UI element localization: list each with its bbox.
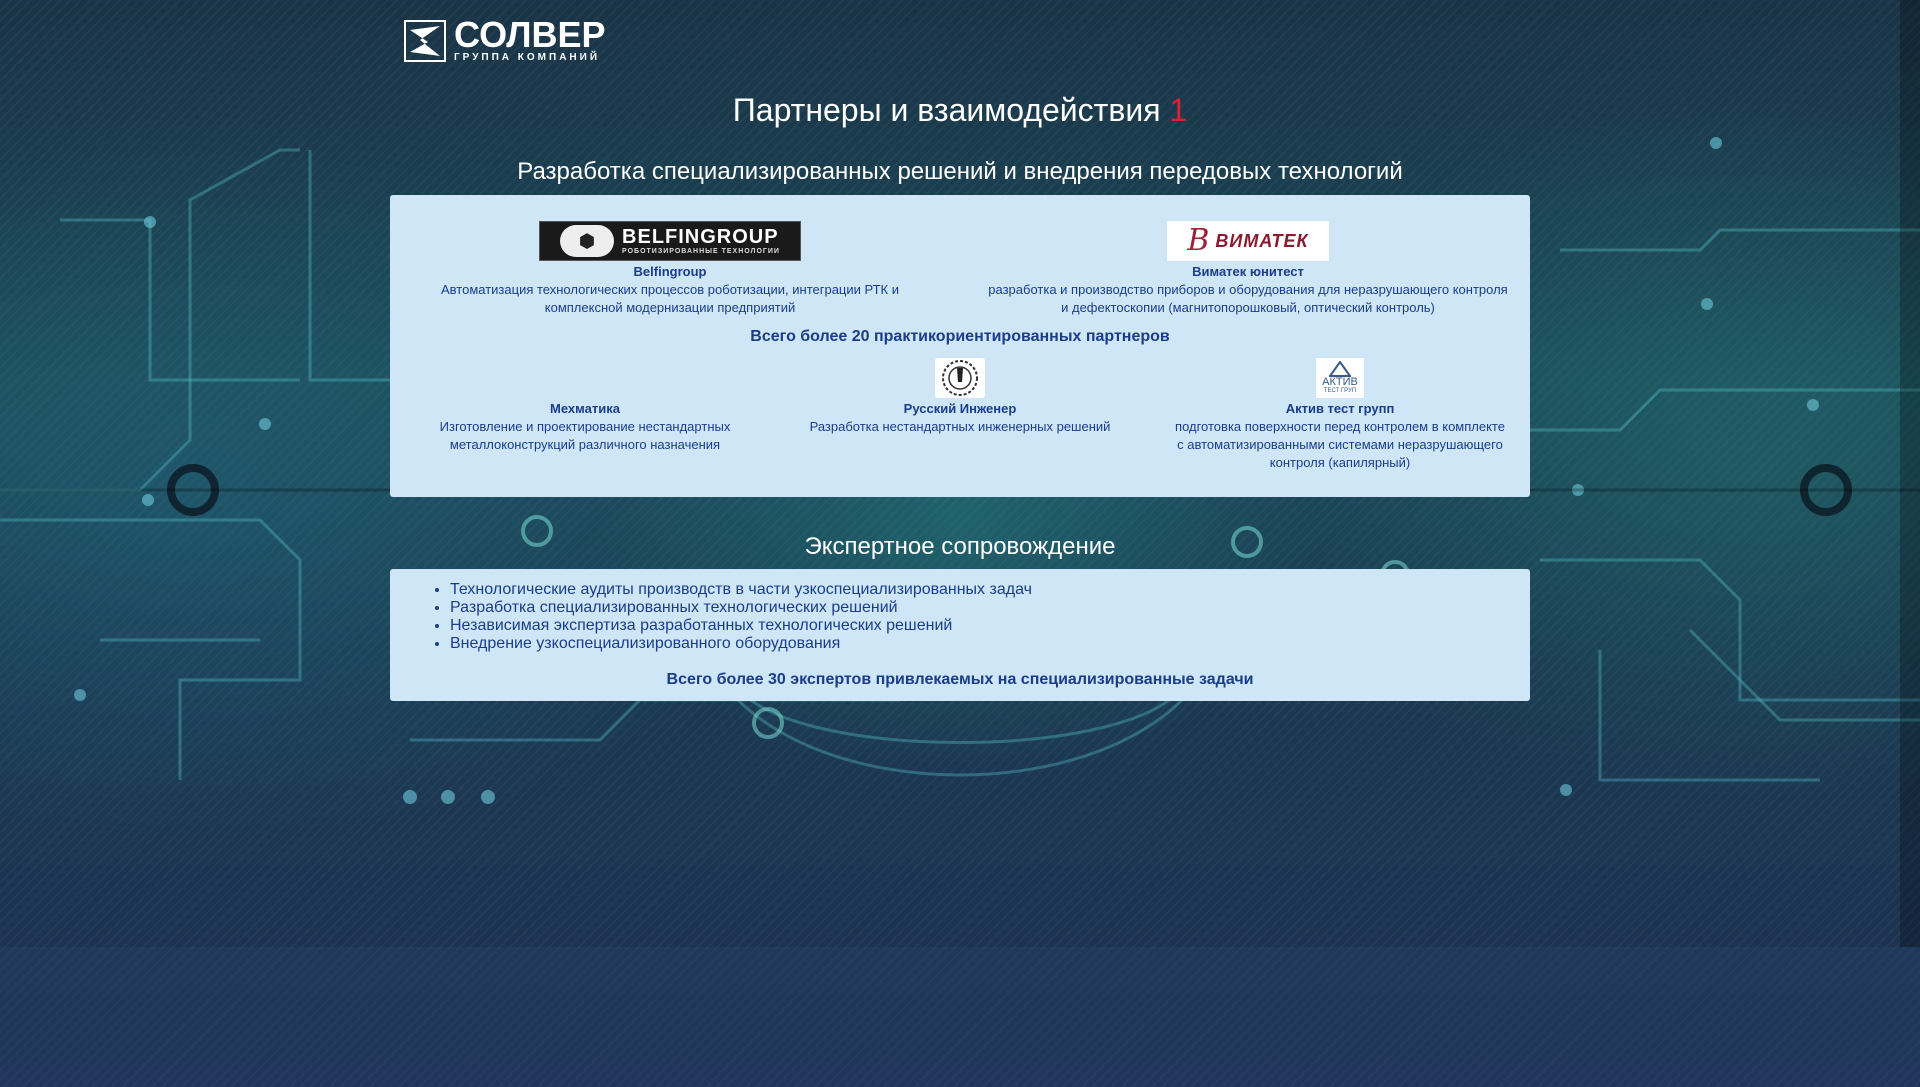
- list-item: Разработка специализированных технологич…: [450, 599, 1032, 617]
- partners-total: Всего более 20 практикориентированных па…: [750, 328, 1170, 345]
- partner-name: Мехматика: [550, 401, 620, 416]
- page-title-text: Партнеры и взаимодействия: [732, 92, 1161, 128]
- partner-card: Мехматика Изготовление и проектирование …: [430, 400, 740, 454]
- partner-name: Актив тест групп: [1285, 401, 1395, 416]
- partner-name: Виматек юнитест: [1192, 264, 1304, 279]
- footer-band: [0, 947, 1920, 1087]
- aktiv-logo-subtext: ТЕСТ ГРУП: [1323, 388, 1357, 394]
- page-title: Партнеры и взаимодействия 1: [0, 92, 1920, 129]
- partner-card: АКТИВ ТЕСТ ГРУП Актив тест групп подгото…: [1170, 358, 1510, 472]
- list-item: Внедрение узкоспециализированного оборуд…: [450, 635, 1032, 653]
- partner-description: подготовка поверхности перед контролем в…: [1175, 419, 1505, 470]
- solver-logo-icon: [404, 20, 446, 62]
- belfingroup-logo-text: BELFINGROUP РОБОТИЗИРОВАННЫЕ ТЕХНОЛОГИИ: [622, 225, 780, 255]
- aktiv-test-logo-icon: АКТИВ ТЕСТ ГРУП: [1316, 358, 1364, 398]
- partner-description: Изготовление и проектирование нестандарт…: [439, 419, 731, 452]
- list-item: Независимая экспертиза разработанных тех…: [450, 617, 1032, 635]
- logo-text: СОЛВЕР ГРУППА КОМПАНИЙ: [454, 14, 606, 64]
- partners-section-title: Разработка специализированных решений и …: [517, 158, 1403, 185]
- partner-card: Русский Инженер Разработка нестандартных…: [805, 358, 1115, 436]
- list-item: Технологические аудиты производств в час…: [450, 581, 1032, 599]
- belfingroup-logo-icon: ⬢ BELFINGROUP РОБОТИЗИРОВАННЫЕ ТЕХНОЛОГИ…: [539, 221, 801, 261]
- expert-list: Технологические аудиты производств в час…: [428, 581, 1032, 653]
- partners-panel: ⬢ BELFINGROUP РОБОТИЗИРОВАННЫЕ ТЕХНОЛОГИ…: [390, 195, 1530, 497]
- partner-card: ⬢ BELFINGROUP РОБОТИЗИРОВАННЫЕ ТЕХНОЛОГИ…: [440, 221, 900, 317]
- vimatek-logo-icon: В ВИМАТЕК: [1167, 221, 1329, 261]
- partner-description: Автоматизация технологических процессов …: [441, 282, 899, 315]
- triangle-mark-icon: [1329, 361, 1351, 377]
- partner-name: Русский Инженер: [903, 401, 1017, 416]
- partner-description: Разработка нестандартных инженерных реше…: [809, 419, 1111, 434]
- expert-section-title: Экспертное сопровождение: [804, 533, 1116, 560]
- partner-card: В ВИМАТЕК Виматек юнитест разработка и п…: [988, 221, 1508, 317]
- belfingroup-badge-icon: ⬢: [560, 225, 615, 257]
- gear-emblem-icon: [942, 360, 978, 396]
- vimatek-logo-text: ВИМАТЕК: [1215, 231, 1309, 251]
- partner-name: Belfingroup: [633, 264, 707, 279]
- partner-description: разработка и производство приборов и обо…: [988, 282, 1508, 315]
- experts-total: Всего более 30 экспертов привлекаемых на…: [666, 671, 1254, 688]
- russian-engineer-logo-icon: [935, 358, 985, 398]
- brand-subtitle: ГРУППА КОМПАНИЙ: [454, 52, 601, 63]
- vimatek-mark-icon: В: [1187, 223, 1210, 258]
- page-number: 1: [1169, 92, 1188, 128]
- aktiv-logo-text: АКТИВ: [1322, 376, 1358, 388]
- company-logo[interactable]: СОЛВЕР ГРУППА КОМПАНИЙ: [404, 14, 606, 64]
- brand-name: СОЛВЕР: [454, 14, 606, 55]
- scrollbar-track[interactable]: [1900, 0, 1920, 947]
- expert-panel: Технологические аудиты производств в час…: [390, 569, 1530, 701]
